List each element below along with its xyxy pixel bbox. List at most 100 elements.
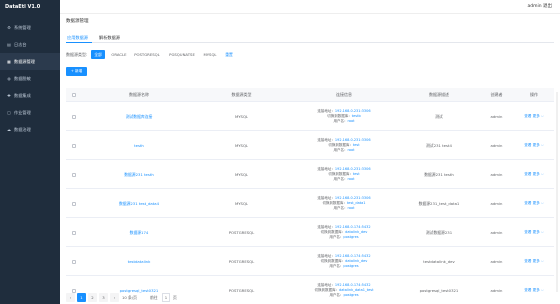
conn-username-value: postgres [343,235,359,240]
cell-desc: 数据源231_test_data1 [418,200,460,206]
row-checkbox[interactable] [72,201,76,206]
top-bar: DataEtl V1.0 admin 退出 [0,0,560,14]
filter-option-oracle[interactable]: ORACLE [108,50,130,59]
user-menu[interactable]: admin 退出 [527,0,552,14]
row-actions[interactable]: 查看 更多 ⌵ [524,201,543,206]
conn-address-label: 连接地址： [317,108,335,113]
cell-ops: 查看 更多 ⌵ [514,276,554,304]
sidebar-item-label: 作业管理 [14,110,31,115]
cell-conn: 连接地址：192.168.0.174:5432 切换到数据库：datalink_d… [289,247,399,276]
cell-creator: admin [490,114,503,119]
goto-page-input[interactable]: 1 [162,293,170,302]
row-checkbox[interactable] [72,259,76,264]
page-1-button[interactable]: 1 [77,293,86,302]
cell-desc: testdatalink_dev [423,259,455,264]
cell-ops: 查看 更多 ⌵ [514,160,554,189]
row-actions[interactable]: 查看 更多 ⌵ [524,288,543,293]
datasource-name-link[interactable]: testh [134,143,144,148]
table-header: 数据源名称 数据源类型 连接信息 数据源描述 创建者 操作 [66,88,554,102]
conn-username-value: root [347,148,355,153]
conn-address-label: 连接地址： [317,282,335,287]
table-row: 数据源231 test_data4 MYSQL 连接地址：192.168.0.231… [66,189,554,218]
prev-page-button[interactable]: ‹ [66,293,75,302]
conn-database-value: datalink_dev [345,258,368,263]
sidebar-item-label: 日志台 [14,42,27,47]
filter-option-mysql[interactable]: MYSQL [201,50,219,59]
col-conn: 连接信息 [336,92,352,97]
row-checkbox[interactable] [72,230,76,235]
cell-creator: admin [490,259,503,264]
conn-database-value: datalink_dev [345,229,368,234]
row-actions[interactable]: 查看 更多 ⌵ [524,259,543,264]
page-3-button[interactable]: 3 [99,293,108,302]
row-checkbox[interactable] [72,114,76,119]
row-actions[interactable]: 查看 更多 ⌵ [524,114,543,119]
cell-creator: admin [490,143,503,148]
row-actions[interactable]: 查看 更多 ⌵ [524,172,543,177]
conn-username-label: 用户名： [329,264,344,269]
conn-database-value: datalink_data1_test [339,287,374,292]
conn-database-value: test_data1 [346,200,366,205]
cell-type: POSTGRESQL [228,230,255,235]
row-actions[interactable]: 查看 更多 ⌵ [524,143,543,148]
conn-username-value: postgres [343,293,359,298]
integration-icon: ✚ [7,93,11,98]
filter-option-all[interactable]: 全部 [91,50,105,59]
sidebar: ⚙ 系统管理 ▤ 日志台 ▦ 数据源管理 ◍ 数据脱敏 ✚ 数据集成 ▢ 作业管理 ☁ 数据治理 [0,14,60,304]
sidebar-item[interactable]: ▤ 日志台 [0,36,60,53]
datasource-name-link[interactable]: 测试数据库连接 [126,114,153,120]
tab-bar: 应用数据源 解析数据源 [66,34,554,43]
sidebar-item[interactable]: ▦ 数据源管理 [0,53,60,70]
select-all-checkbox[interactable] [69,93,79,98]
cell-creator: admin [490,230,503,235]
cell-creator: admin [490,201,503,206]
page-title: 数据源管理 [66,19,89,24]
sidebar-item[interactable]: ⚙ 系统管理 [0,19,60,36]
tab-app-datasource[interactable]: 应用数据源 [67,35,88,41]
datasource-name-link[interactable]: 数据源231 testh [124,172,154,178]
cell-conn: 连接地址：192.168.0.231:3306 切换到数据库：testb 用户名：r… [289,102,399,131]
sidebar-item-label: 数据集成 [14,93,31,98]
row-checkbox-cell [69,189,79,218]
conn-database-value: testb [351,113,361,118]
goto-unit: 页 [173,295,177,300]
cell-type: MYSQL [234,143,249,148]
filter-option-postgresql[interactable]: POSTGRESQL [132,50,162,59]
conn-address-value: 192.168.0.231:3306 [334,137,371,142]
row-checkbox[interactable] [72,288,76,293]
sidebar-item[interactable]: ▢ 作业管理 [0,104,60,121]
cell-desc: 测试 [435,113,443,119]
page-2-button[interactable]: 2 [88,293,97,302]
cell-conn: 连接地址：192.168.0.174:5432 切换到数据库：datalink_d… [289,276,399,304]
main-content: 数据源管理 应用数据源 解析数据源 数据源类型: 全部 ORACLE POSTG… [60,14,560,304]
row-checkbox[interactable] [72,172,76,177]
datasource-name-link[interactable]: 数据源231 test_data4 [119,201,159,207]
col-desc: 数据源描述 [429,92,449,97]
conn-username: 用户名：postgres [329,235,358,240]
filter-option-pgsqunatse[interactable]: PGSQUNATSE [165,50,199,59]
conn-database-value: test [352,142,360,147]
sidebar-item[interactable]: ✚ 数据集成 [0,87,60,104]
conn-username: 用户名：root [333,119,354,124]
page-size-select[interactable]: 10 条/页 [122,293,137,302]
add-datasource-button[interactable]: + 新增 [66,67,87,76]
datasource-icon: ▦ [7,59,11,64]
cell-type: POSTGRESQL [228,259,255,264]
sidebar-item[interactable]: ☁ 数据治理 [0,121,60,138]
cell-ops: 查看 更多 ⌵ [514,247,554,276]
tab-parse-datasource[interactable]: 解析数据源 [99,35,120,41]
mask-icon: ◍ [7,76,11,81]
row-checkbox[interactable] [72,143,76,148]
table-row: testh MYSQL 连接地址：192.168.0.231:3306 切换到数据库：… [66,131,554,160]
row-checkbox-cell [69,131,79,160]
row-actions[interactable]: 查看 更多 ⌵ [524,230,543,235]
datasource-name-link[interactable]: testdatalink [128,259,151,264]
filter-reset-link[interactable]: 重置 [223,50,235,59]
col-type: 数据源类型 [231,92,252,97]
next-page-button[interactable]: › [110,293,119,302]
conn-username-value: root [347,177,355,182]
scrollbar[interactable] [556,92,558,292]
sidebar-item[interactable]: ◍ 数据脱敏 [0,70,60,87]
conn-address-label: 连接地址： [317,166,335,171]
datasource-name-link[interactable]: 数据源174 [130,230,149,236]
